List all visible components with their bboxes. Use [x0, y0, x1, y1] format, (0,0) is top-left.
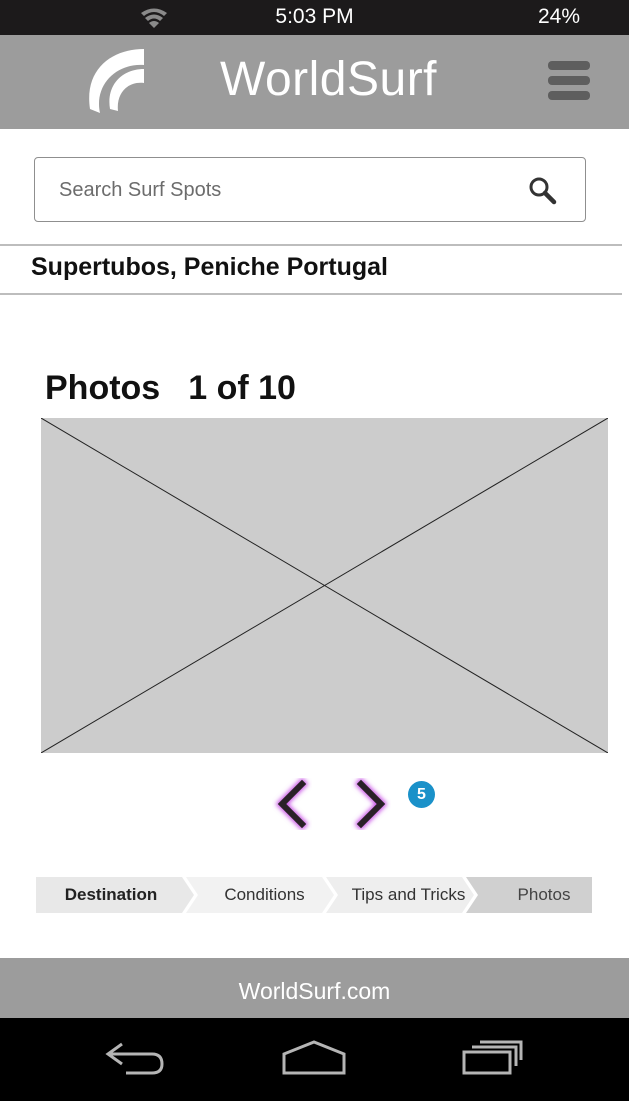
status-time: 5:03 PM: [275, 5, 354, 28]
wave-logo-icon: [89, 49, 144, 113]
breadcrumb-photos[interactable]: Photos: [484, 877, 604, 913]
photo-counter: 1 of 10: [188, 369, 296, 407]
recent-apps-icon[interactable]: [460, 1040, 524, 1076]
app-title: WorldSurf: [220, 53, 438, 106]
system-nav-bar: [0, 1018, 629, 1101]
home-icon[interactable]: [280, 1040, 348, 1076]
status-bar: 5:03 PM 24%: [0, 0, 629, 35]
notification-badge: 5: [408, 781, 435, 808]
breadcrumb-conditions[interactable]: Conditions: [186, 877, 343, 913]
photos-heading: Photos 1 of 10: [45, 369, 296, 408]
location-title: Supertubos, Peniche Portugal: [31, 253, 388, 281]
photo-placeholder[interactable]: [41, 418, 608, 753]
search-box: [34, 157, 586, 222]
breadcrumb-destination[interactable]: Destination: [36, 877, 186, 913]
app-header: WorldSurf: [0, 35, 629, 129]
battery-level: 24%: [537, 5, 580, 28]
chevron-left-icon[interactable]: [272, 778, 312, 830]
back-icon[interactable]: [104, 1040, 166, 1076]
breadcrumb: Destination Conditions Tips and Tricks P…: [36, 877, 592, 913]
location-bar: Supertubos, Peniche Portugal: [0, 244, 622, 295]
search-icon[interactable]: [528, 176, 558, 206]
hamburger-menu-icon[interactable]: [548, 61, 592, 103]
chevron-right-icon[interactable]: [351, 778, 391, 830]
photos-label: Photos: [45, 369, 161, 407]
breadcrumb-tips-and-tricks[interactable]: Tips and Tricks: [336, 877, 481, 913]
search-input[interactable]: [57, 172, 501, 208]
footer-link[interactable]: WorldSurf.com: [0, 958, 629, 1018]
